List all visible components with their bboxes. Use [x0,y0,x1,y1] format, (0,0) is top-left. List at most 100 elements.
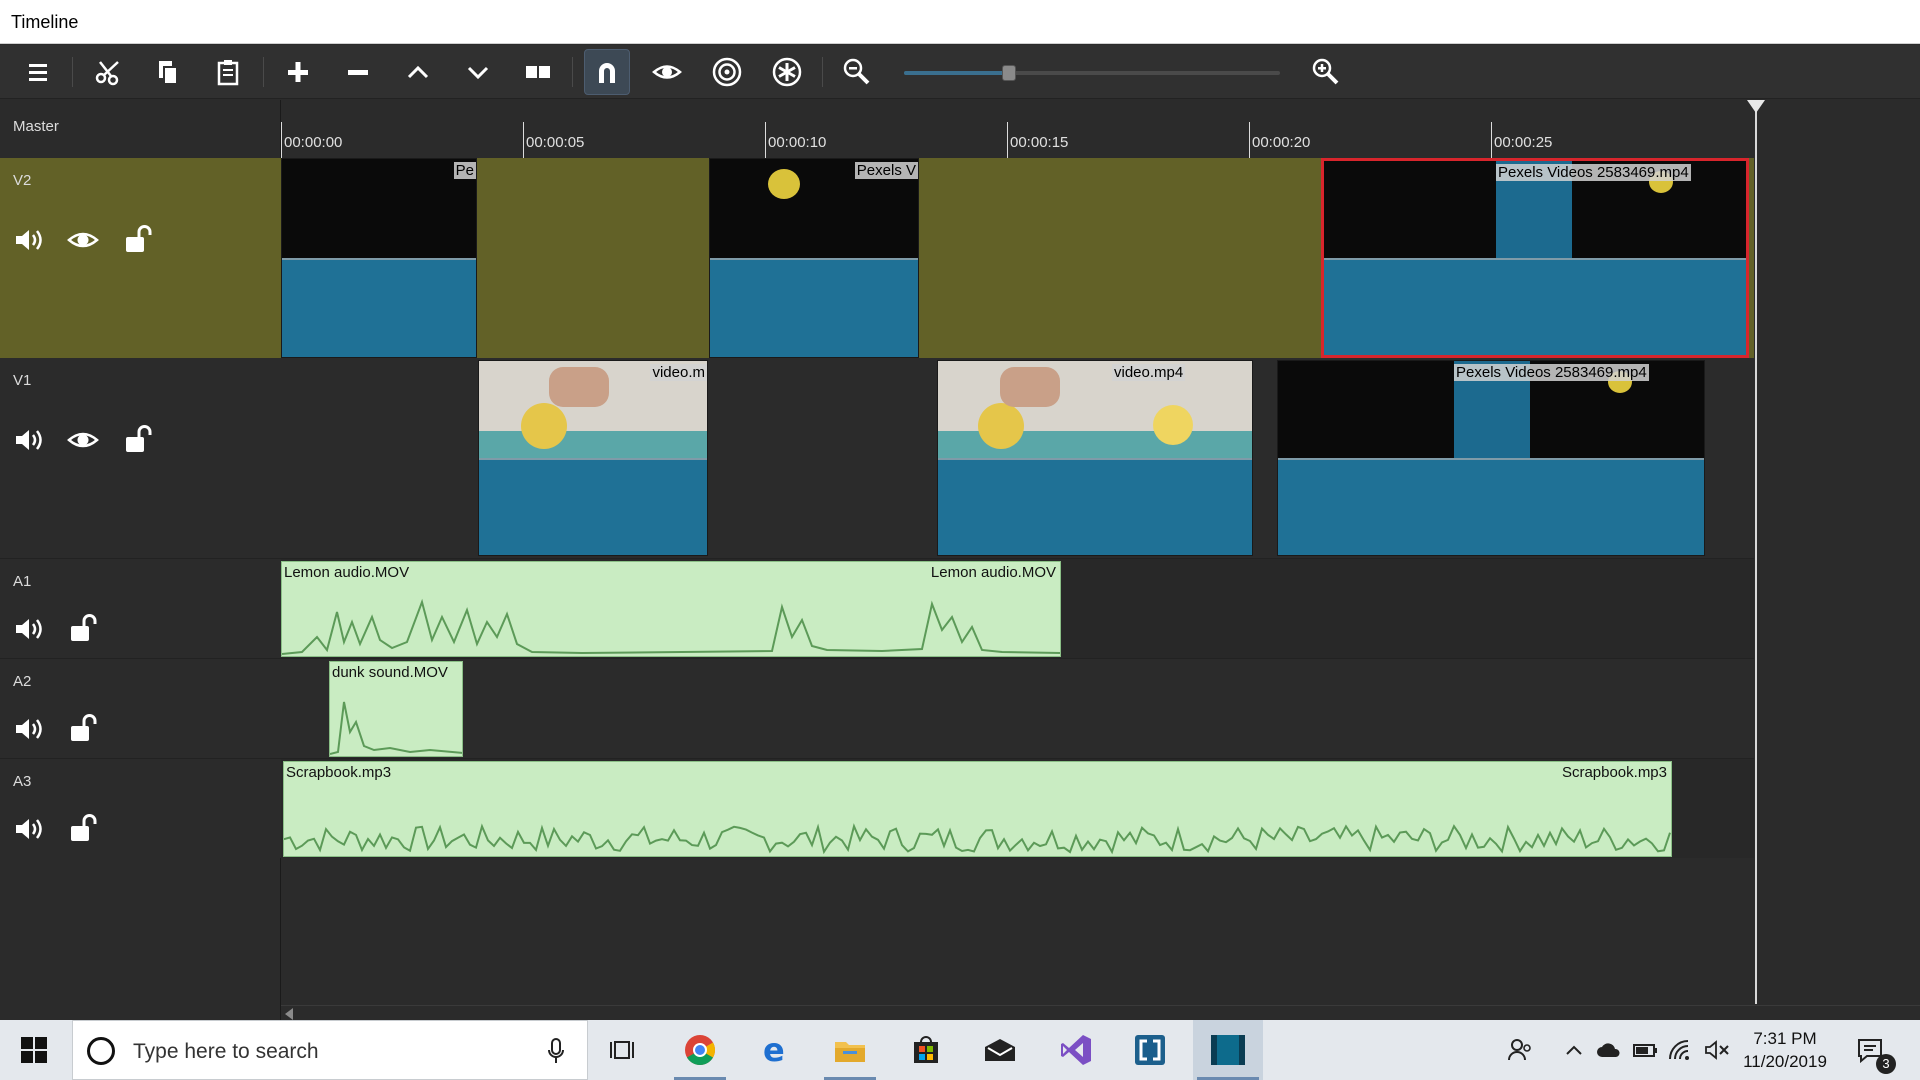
mute-toggle[interactable] [8,420,48,460]
track-header-a1[interactable]: A1 [0,558,281,658]
chrome-button[interactable] [670,1020,730,1080]
mute-toggle[interactable] [8,220,48,260]
track-header-v2[interactable]: V2 [0,158,281,358]
zoom-slider-handle[interactable] [1002,65,1017,81]
video-clip[interactable]: video.m [478,360,708,556]
clip-label: Scrapbook.mp3 [1561,764,1667,781]
mute-toggle[interactable] [8,609,48,649]
microphone-icon[interactable] [547,1037,565,1065]
selected-video-clip[interactable]: Pexels Videos 2583469.mp4 [1321,158,1749,358]
scrub-icon [652,65,682,79]
eye-icon [67,232,99,248]
lemon-thumbnail [768,169,800,199]
zoom-slider[interactable] [904,65,1280,81]
volume-muted-icon [1705,1040,1729,1060]
hide-toggle[interactable] [63,420,103,460]
zoom-slider-fill [904,71,1010,75]
ripple-all-icon [772,57,802,87]
track-header-a3[interactable]: A3 [0,758,281,858]
taskbar-clock[interactable]: 7:31 PM 11/20/2019 [1730,1027,1840,1073]
edge-button[interactable]: e [746,1020,806,1080]
append-button[interactable] [275,49,321,95]
ripple-icon [712,57,742,87]
playhead[interactable] [1755,100,1757,1004]
overwrite-button[interactable] [455,49,501,95]
playhead-handle[interactable] [1747,100,1765,113]
scroll-left-icon[interactable] [285,1008,293,1020]
video-clip[interactable]: Pe [281,158,477,358]
unlock-icon [71,814,97,841]
ripple-button[interactable] [704,49,750,95]
mute-toggle[interactable] [8,809,48,849]
video-clip[interactable]: Pexels Videos 2583469.mp4 [1277,360,1705,556]
file-explorer-button[interactable] [820,1020,880,1080]
audio-clip[interactable]: Scrapbook.mp3 Scrapbook.mp3 [283,761,1672,857]
time-ruler[interactable]: 00:00:00 00:00:05 00:00:10 00:00:15 00:0… [281,100,1920,158]
paste-icon [217,60,239,86]
track-lane-a1[interactable]: Lemon audio.MOV Lemon audio.MOV [281,558,1754,658]
track-headers: Master V2 V1 A1 A2 A3 [0,100,281,1020]
shotcut-button[interactable] [1193,1020,1263,1080]
ruler-label: 00:00:00 [284,134,343,151]
visual-studio-button[interactable] [1046,1020,1106,1080]
battery-button[interactable] [1630,1020,1660,1080]
onedrive-button[interactable] [1594,1020,1624,1080]
track-header-a2[interactable]: A2 [0,658,281,758]
split-button[interactable] [515,49,561,95]
track-header-v1[interactable]: V1 [0,358,281,558]
clip-audio-area [1324,258,1746,355]
ruler-label: 00:00:15 [1010,134,1069,151]
horizontal-scrollbar[interactable] [281,1005,1920,1020]
timeline-toolbar [0,45,1920,99]
clip-audio-area [479,458,707,555]
video-clip[interactable]: video.mp4 [937,360,1253,556]
clip-label: dunk sound.MOV [332,664,448,681]
lock-toggle[interactable] [63,709,103,749]
hide-toggle[interactable] [63,220,103,260]
menu-button[interactable] [15,49,61,95]
network-button[interactable] [1666,1020,1696,1080]
remove-button[interactable] [335,49,381,95]
search-placeholder: Type here to search [133,1040,319,1063]
ruler-tick [281,122,282,158]
cut-button[interactable] [85,49,131,95]
zoom-in-button[interactable] [1303,49,1349,95]
volume-button[interactable] [1702,1020,1732,1080]
toolbar-separator [822,57,823,87]
lock-toggle[interactable] [118,420,158,460]
ruler-label: 00:00:10 [768,134,827,151]
snap-button[interactable] [584,49,630,95]
lemon-thumbnail [1153,405,1193,445]
people-button[interactable] [1500,1020,1540,1080]
clip-audio-area [1278,458,1704,555]
visual-studio-icon [1061,1035,1091,1065]
copy-button[interactable] [145,49,191,95]
timeline-area[interactable]: 00:00:00 00:00:05 00:00:10 00:00:15 00:0… [281,100,1920,1004]
ruler-label: 00:00:05 [526,134,585,151]
show-hidden-icons-button[interactable] [1560,1020,1588,1080]
track-lane-a2[interactable]: dunk sound.MOV [281,658,1754,758]
start-button[interactable] [0,1020,68,1080]
audio-clip[interactable]: dunk sound.MOV [329,661,463,757]
paste-button[interactable] [205,49,251,95]
video-clip[interactable]: Pexels V [709,158,919,358]
ripple-all-button[interactable] [764,49,810,95]
lock-toggle[interactable] [118,220,158,260]
track-lane-v2[interactable]: Pe Pexels V Pexels Videos 2583469.mp4 [281,158,1754,358]
mail-button[interactable] [970,1020,1030,1080]
mute-toggle[interactable] [8,709,48,749]
scrub-button[interactable] [644,49,690,95]
zoom-out-button[interactable] [834,49,880,95]
task-view-button[interactable] [593,1020,653,1080]
app-button[interactable] [1120,1020,1180,1080]
lock-toggle[interactable] [63,609,103,649]
audio-clip[interactable]: Lemon audio.MOV Lemon audio.MOV [281,561,1061,657]
track-lane-a3[interactable]: Scrapbook.mp3 Scrapbook.mp3 [281,758,1754,858]
eye-icon [67,432,99,448]
window-title: Timeline [11,12,79,32]
lock-toggle[interactable] [63,809,103,849]
store-button[interactable] [896,1020,956,1080]
lift-button[interactable] [395,49,441,95]
taskbar-search-box[interactable]: Type here to search [72,1020,588,1080]
track-lane-v1[interactable]: video.m video.mp4 Pexels Videos 2583469.… [281,358,1754,558]
